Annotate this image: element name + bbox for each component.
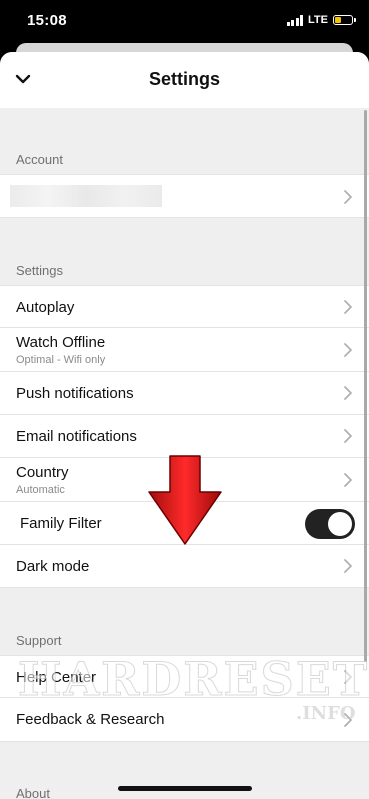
battery-fill: [335, 17, 342, 23]
network-type: LTE: [308, 14, 328, 26]
status-icons: LTE: [286, 14, 356, 26]
item-sublabel: Automatic: [16, 484, 65, 496]
chevron-right-icon: [344, 429, 352, 443]
chevron-right-icon: [344, 300, 352, 314]
toggle-knob: [328, 512, 352, 536]
settings-item-email-notifications[interactable]: Email notifications: [0, 415, 369, 458]
red-arrow-pointer: [148, 455, 222, 545]
section-title-account: Account: [16, 152, 63, 167]
settings-item-watch-offline[interactable]: Watch Offline Optimal - Wifi only: [0, 328, 369, 372]
signal-icon: [286, 14, 304, 26]
family-filter-toggle[interactable]: [305, 509, 355, 539]
header: Settings: [0, 52, 369, 108]
chevron-right-icon: [344, 190, 352, 204]
item-label: Email notifications: [16, 428, 137, 445]
chevron-right-icon: [344, 386, 352, 400]
chevron-right-icon: [344, 559, 352, 573]
item-label: Autoplay: [16, 299, 75, 316]
item-label: Watch Offline: [16, 334, 106, 351]
settings-item-push-notifications[interactable]: Push notifications: [0, 372, 369, 415]
status-bar: 15:08 LTE: [0, 0, 369, 44]
section-title-about: About: [16, 786, 50, 799]
item-label: Push notifications: [16, 385, 134, 402]
item-label: Dark mode: [16, 558, 90, 575]
chevron-right-icon: [344, 343, 352, 357]
item-sublabel: Optimal - Wifi only: [16, 354, 106, 366]
chevron-right-icon: [344, 473, 352, 487]
battery-icon: [333, 15, 356, 25]
watermark-subtext: .INFO: [296, 703, 356, 724]
status-time: 15:08: [27, 12, 67, 29]
home-indicator: [118, 786, 252, 791]
account-name-blurred: [10, 185, 162, 207]
watermark-text: HARDRESET: [17, 652, 369, 707]
settings-item-dark-mode[interactable]: Dark mode: [0, 545, 369, 588]
page-title: Settings: [148, 69, 220, 89]
section-title-support: Support: [16, 633, 62, 648]
item-label: Feedback & Research: [16, 711, 165, 728]
section-title-settings: Settings: [16, 263, 63, 278]
item-label: Family Filter: [20, 515, 102, 532]
settings-item-autoplay[interactable]: Autoplay: [0, 285, 369, 328]
item-label: Country: [16, 464, 69, 481]
scrollbar[interactable]: [364, 110, 367, 662]
account-row[interactable]: [0, 174, 369, 218]
